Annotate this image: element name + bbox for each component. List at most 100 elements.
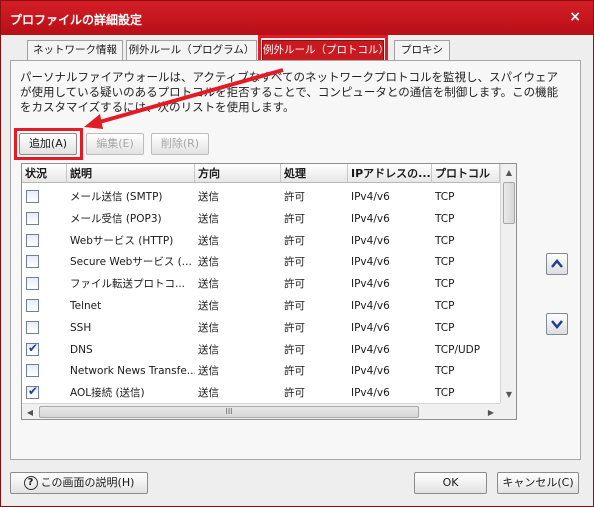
cell-ip-address: IPv4/v6: [351, 212, 390, 225]
horizontal-scrollbar[interactable]: ◀ III ▶: [22, 403, 500, 419]
chevron-down-icon: [551, 320, 563, 329]
horizontal-scroll-thumb[interactable]: III: [39, 406, 419, 418]
tab-proxy[interactable]: プロキシ: [394, 40, 450, 60]
tab-label: 例外ルール（プロトコル）: [263, 44, 389, 56]
column-header-protocol[interactable]: プロトコル: [432, 164, 500, 183]
title-bar: プロファイルの詳細設定 ×: [1, 1, 593, 35]
cell-direction: 送信: [198, 278, 219, 291]
table-row[interactable]: ✔ AOL接続 (送信) 送信 許可 IPv4/v6 TCP: [22, 382, 500, 404]
protocol-rules-table: 状況 説明 方向 処理 IPアドレスの... プロトコル ✔ メール送信 (SMT…: [21, 163, 517, 420]
cell-direction: 送信: [198, 191, 219, 203]
cell-action: 許可: [284, 191, 305, 203]
column-header-ip-address[interactable]: IPアドレスの...: [348, 164, 432, 183]
tab-protocol-exceptions[interactable]: 例外ルール（プロトコル）: [262, 40, 389, 60]
scrollbar-corner: [500, 403, 516, 419]
cell-ip-address: IPv4/v6: [351, 300, 390, 312]
tab-label: 例外ルール（プログラム）: [128, 44, 255, 56]
scroll-down-icon[interactable]: ▼: [501, 386, 516, 403]
cell-ip-address: IPv4/v6: [351, 256, 390, 269]
cell-protocol: TCP: [435, 300, 455, 312]
status-checkbox[interactable]: ✔: [26, 190, 39, 203]
cell-protocol: TCP: [435, 387, 455, 400]
add-button[interactable]: 追加(A): [19, 133, 77, 155]
cell-description: Telnet: [70, 300, 102, 312]
status-checkbox[interactable]: ✔: [26, 340, 39, 356]
delete-button[interactable]: 削除(R): [151, 133, 209, 155]
move-up-button[interactable]: [546, 253, 568, 275]
scroll-right-icon[interactable]: ▶: [483, 404, 499, 419]
move-down-button[interactable]: [546, 313, 568, 335]
cell-description: Webサービス (HTTP): [70, 234, 174, 247]
column-header-status[interactable]: 状況: [22, 164, 67, 183]
cell-description: SSH: [70, 321, 92, 334]
column-header-direction[interactable]: 方向: [195, 164, 281, 183]
status-checkbox[interactable]: ✔: [26, 384, 39, 400]
tab-network-info[interactable]: ネットワーク情報: [27, 40, 123, 60]
cell-description: メール受信 (POP3): [70, 212, 162, 225]
cell-protocol: TCP: [435, 278, 455, 291]
vertical-scrollbar[interactable]: ▲ ▼: [500, 164, 516, 403]
status-checkbox[interactable]: ✔: [26, 364, 39, 378]
status-checkbox[interactable]: ✔: [26, 320, 39, 334]
description-text: パーソナルファイアウォールは、アクティブなすべてのネットワークプロトコルを監視し…: [20, 70, 559, 114]
cell-ip-address: IPv4/v6: [351, 278, 390, 291]
cell-protocol: TCP: [435, 234, 455, 247]
cell-description: DNS: [70, 343, 93, 356]
table-row[interactable]: ✔ Secure Webサービス (... 送信 許可 IPv4/v6 TCP: [22, 251, 500, 273]
cell-action: 許可: [284, 365, 305, 378]
checkmark-icon: ✔: [28, 384, 39, 399]
table-row[interactable]: ✔ SSH 送信 許可 IPv4/v6 TCP: [22, 317, 500, 339]
status-checkbox[interactable]: ✔: [26, 233, 39, 247]
checkmark-icon: ✔: [28, 340, 39, 355]
cell-ip-address: IPv4/v6: [351, 387, 390, 400]
cell-description: メール送信 (SMTP): [70, 191, 163, 203]
cancel-button[interactable]: キャンセル(C): [497, 472, 579, 494]
cell-protocol: TCP: [435, 212, 455, 225]
cell-direction: 送信: [198, 387, 219, 400]
tab-program-exceptions[interactable]: 例外ルール（プログラム）: [126, 40, 257, 60]
help-label: この画面の説明(H): [40, 476, 135, 489]
status-checkbox[interactable]: ✔: [26, 255, 39, 269]
cell-ip-address: IPv4/v6: [351, 343, 390, 356]
column-header-action[interactable]: 処理: [281, 164, 348, 183]
table-row[interactable]: ✔ Telnet 送信 許可 IPv4/v6 TCP: [22, 295, 500, 317]
scroll-up-icon[interactable]: ▲: [501, 164, 516, 181]
column-header-description[interactable]: 説明: [67, 164, 195, 183]
cell-direction: 送信: [198, 321, 219, 334]
cell-action: 許可: [284, 278, 305, 291]
cell-action: 許可: [284, 212, 305, 225]
close-icon[interactable]: ×: [569, 9, 581, 25]
cell-protocol: TCP/UDP: [435, 343, 481, 356]
table-row[interactable]: ✔ Network News Transfe...送信 許可 IPv4/v6 TCP: [22, 360, 500, 382]
cell-description: Network News Transfe...: [70, 365, 195, 378]
table-row[interactable]: ✔ DNS 送信 許可 IPv4/v6 TCP/UDP: [22, 339, 500, 361]
edit-button[interactable]: 編集(E): [86, 133, 144, 155]
help-icon: ?: [23, 476, 38, 490]
cell-action: 許可: [284, 343, 305, 356]
cell-description: ファイル転送プロトコ...: [70, 278, 186, 291]
cell-ip-address: IPv4/v6: [351, 234, 390, 247]
table-row[interactable]: ✔ Webサービス (HTTP) 送信 許可 IPv4/v6 TCP: [22, 230, 500, 252]
ok-button[interactable]: OK: [414, 472, 487, 494]
tab-label: ネットワーク情報: [33, 44, 117, 56]
status-checkbox[interactable]: ✔: [26, 211, 39, 225]
scroll-left-icon[interactable]: ◀: [22, 404, 38, 419]
table-row[interactable]: ✔ メール受信 (POP3) 送信 許可 IPv4/v6 TCP: [22, 208, 500, 230]
table-row[interactable]: ✔ ファイル転送プロトコ... 送信 許可 IPv4/v6 TCP: [22, 273, 500, 295]
cell-direction: 送信: [198, 212, 219, 225]
chevron-up-icon: [551, 259, 563, 268]
cell-direction: 送信: [198, 365, 219, 378]
cell-direction: 送信: [198, 256, 219, 269]
cell-protocol: TCP: [435, 256, 455, 269]
cell-protocol: TCP: [435, 365, 455, 378]
cell-action: 許可: [284, 387, 305, 400]
cell-ip-address: IPv4/v6: [351, 321, 390, 334]
cell-protocol: TCP: [435, 191, 455, 203]
vertical-scroll-thumb[interactable]: [503, 182, 515, 224]
tab-label: プロキシ: [401, 44, 443, 56]
status-checkbox[interactable]: ✔: [26, 299, 39, 312]
cell-ip-address: IPv4/v6: [351, 191, 390, 203]
table-row[interactable]: ✔ メール送信 (SMTP) 送信 許可 IPv4/v6 TCP: [22, 186, 500, 208]
status-checkbox[interactable]: ✔: [26, 277, 39, 291]
help-button[interactable]: ? この画面の説明(H): [10, 472, 148, 494]
